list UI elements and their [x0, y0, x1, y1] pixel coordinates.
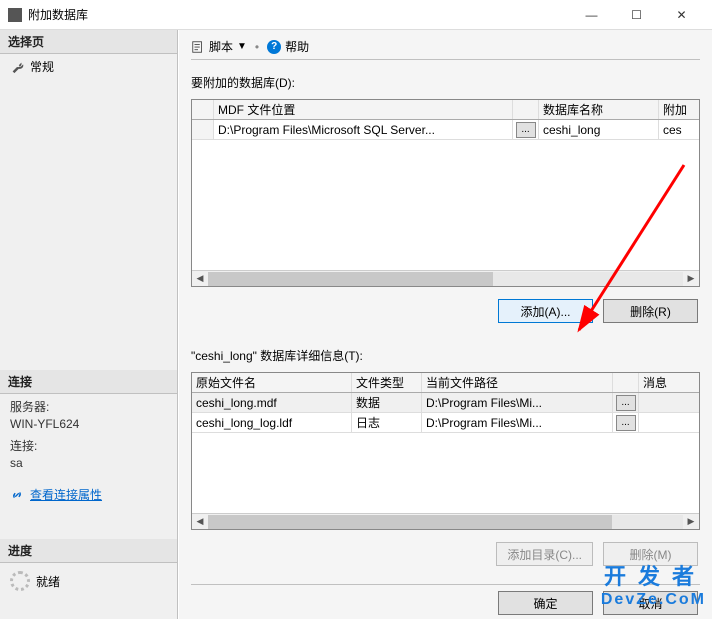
- scroll-thumb[interactable]: [208, 515, 612, 529]
- details-row[interactable]: ceshi_long.mdf 数据 D:\Program Files\Mi...…: [192, 393, 699, 413]
- details-grid-header: 原始文件名 文件类型 当前文件路径 消息: [192, 373, 699, 393]
- general-label: 常规: [30, 58, 54, 75]
- add-button[interactable]: 添加(A)...: [498, 299, 593, 323]
- connection-header: 连接: [0, 370, 177, 394]
- attach-col-header[interactable]: 附加: [659, 100, 699, 119]
- progress-header: 进度: [0, 539, 177, 563]
- script-label: 脚本: [209, 38, 233, 55]
- origfile-cell[interactable]: ceshi_long_log.ldf: [192, 413, 352, 432]
- scroll-right-icon[interactable]: ▶: [683, 515, 699, 529]
- filetype-col-header[interactable]: 文件类型: [352, 373, 422, 392]
- server-value: WIN-YFL624: [10, 417, 167, 431]
- filetype-cell[interactable]: 日志: [352, 413, 422, 432]
- dialog-footer: 确定 取消: [191, 584, 700, 615]
- row-selector[interactable]: [192, 120, 214, 139]
- curpath-col-header[interactable]: 当前文件路径: [422, 373, 613, 392]
- conn-label: 连接:: [10, 437, 167, 454]
- script-button[interactable]: 脚本 ▼: [191, 38, 247, 55]
- msg-col-header[interactable]: 消息: [639, 373, 699, 392]
- attach-grid: MDF 文件位置 数据库名称 附加 D:\Program Files\Micro…: [191, 99, 700, 287]
- app-icon: [8, 8, 22, 22]
- attach-cell[interactable]: ces: [659, 120, 699, 139]
- ok-button[interactable]: 确定: [498, 591, 593, 615]
- sidebar-item-general[interactable]: 常规: [0, 54, 177, 79]
- close-button[interactable]: ✕: [659, 0, 704, 30]
- curpath-cell[interactable]: D:\Program Files\Mi...: [422, 413, 613, 432]
- dbname-col-header[interactable]: 数据库名称: [539, 100, 659, 119]
- spinner-icon: [10, 571, 30, 591]
- scroll-right-icon[interactable]: ▶: [683, 272, 699, 286]
- help-label: 帮助: [285, 38, 309, 55]
- cancel-button[interactable]: 取消: [603, 591, 698, 615]
- details-hscroll[interactable]: ◀ ▶: [192, 513, 699, 529]
- remove-detail-button[interactable]: 删除(M): [603, 542, 698, 566]
- origfile-col-header[interactable]: 原始文件名: [192, 373, 352, 392]
- mdf-path-cell[interactable]: D:\Program Files\Microsoft SQL Server...: [214, 120, 513, 139]
- browse-mdf-button[interactable]: ...: [516, 122, 536, 138]
- progress-status: 就绪: [36, 573, 60, 590]
- select-page-header: 选择页: [0, 30, 177, 54]
- chevron-down-icon: ▼: [237, 41, 247, 52]
- scroll-left-icon[interactable]: ◀: [192, 272, 208, 286]
- scroll-thumb[interactable]: [208, 272, 493, 286]
- browse-path-button[interactable]: ...: [616, 395, 636, 411]
- help-icon: ?: [267, 40, 281, 54]
- add-dir-button[interactable]: 添加目录(C)...: [496, 542, 593, 566]
- help-button[interactable]: ? 帮助: [267, 38, 309, 55]
- toolbar: 脚本 ▼ • ? 帮助: [191, 38, 700, 60]
- details-section-label: "ceshi_long" 数据库详细信息(T):: [191, 347, 700, 364]
- attach-section-label: 要附加的数据库(D):: [191, 74, 700, 91]
- titlebar: 附加数据库 — ☐ ✕: [0, 0, 712, 30]
- attach-hscroll[interactable]: ◀ ▶: [192, 270, 699, 286]
- attach-grid-header: MDF 文件位置 数据库名称 附加: [192, 100, 699, 120]
- scroll-left-icon[interactable]: ◀: [192, 515, 208, 529]
- window-title: 附加数据库: [28, 6, 569, 23]
- curpath-cell[interactable]: D:\Program Files\Mi...: [422, 393, 613, 412]
- row-selector-header: [192, 100, 214, 119]
- remove-button[interactable]: 删除(R): [603, 299, 698, 323]
- maximize-button[interactable]: ☐: [614, 0, 659, 30]
- main-panel: 脚本 ▼ • ? 帮助 要附加的数据库(D): MDF 文件位置 数据库名称 附…: [178, 30, 712, 619]
- server-label: 服务器:: [10, 398, 167, 415]
- chain-icon: [10, 488, 24, 502]
- sidebar: 选择页 常规 连接 服务器: WIN-YFL624 连接: sa 查看连接属性 …: [0, 30, 178, 619]
- wrench-icon: [10, 60, 24, 74]
- filetype-cell[interactable]: 数据: [352, 393, 422, 412]
- script-icon: [191, 40, 205, 54]
- view-conn-props-link[interactable]: 查看连接属性: [30, 486, 102, 503]
- details-grid: 原始文件名 文件类型 当前文件路径 消息 ceshi_long.mdf 数据 D…: [191, 372, 700, 530]
- conn-value: sa: [10, 456, 167, 470]
- msg-cell[interactable]: [639, 413, 699, 432]
- minimize-button[interactable]: —: [569, 0, 614, 30]
- details-row[interactable]: ceshi_long_log.ldf 日志 D:\Program Files\M…: [192, 413, 699, 433]
- dbname-cell[interactable]: ceshi_long: [539, 120, 659, 139]
- msg-cell[interactable]: [639, 393, 699, 412]
- view-conn-props[interactable]: 查看连接属性: [0, 480, 177, 509]
- browse-path-button[interactable]: ...: [616, 415, 636, 431]
- origfile-cell[interactable]: ceshi_long.mdf: [192, 393, 352, 412]
- attach-row[interactable]: D:\Program Files\Microsoft SQL Server...…: [192, 120, 699, 140]
- mdf-col-header[interactable]: MDF 文件位置: [214, 100, 513, 119]
